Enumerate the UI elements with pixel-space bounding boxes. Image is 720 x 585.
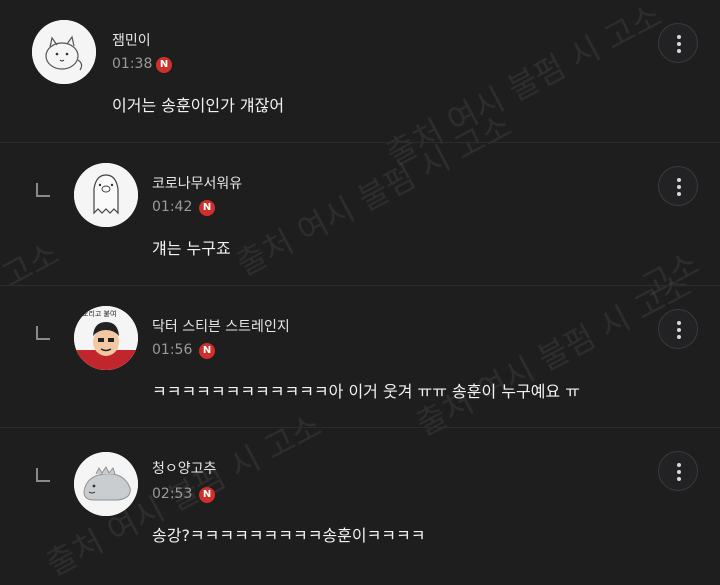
doctor-strange-cartoon-avatar[interactable]: 오리고 붙여 — [74, 306, 138, 370]
comment-item: 잼민이 01:38 N 이거는 송훈이인가 걔잖어 — [0, 0, 720, 142]
reply-arrow-icon — [36, 183, 50, 197]
avatar-caption: 오리고 붙여 — [82, 310, 117, 318]
reply-item: 오리고 붙여 닥터 스티븐 스트레인지 01:56 N ㅋㅋㅋㅋㅋㅋㅋㅋㅋㅋㅋㅋ… — [0, 286, 720, 427]
comment-time: 01:42 — [152, 199, 193, 215]
comment-nickname[interactable]: 청ㅇ양고추 — [152, 458, 216, 478]
new-badge-icon: N — [199, 343, 215, 359]
reply-item: 코로나무서워유 01:42 N 걔는 누구죠 — [0, 143, 720, 285]
comment-text: 이거는 송훈이인가 걔잖어 — [112, 96, 285, 115]
new-badge-icon: N — [199, 200, 215, 216]
comment-nickname[interactable]: 코로나무서워유 — [152, 173, 242, 193]
cat-doodle-avatar[interactable] — [32, 20, 96, 84]
comment-time: 01:56 — [152, 342, 193, 358]
comment-text: 송강?ㅋㅋㅋㅋㅋㅋㅋㅋㅋ송훈이ㅋㅋㅋㅋ — [152, 526, 426, 545]
more-options-button[interactable] — [658, 23, 698, 63]
reply-arrow-icon — [36, 326, 50, 340]
reply-item: 청ㅇ양고추 02:53 N 송강?ㅋㅋㅋㅋㅋㅋㅋㅋㅋ송훈이ㅋㅋㅋㅋ — [0, 428, 720, 572]
more-options-button[interactable] — [658, 309, 698, 349]
more-options-button[interactable] — [658, 166, 698, 206]
more-options-button[interactable] — [658, 451, 698, 491]
comment-time: 01:38 — [112, 56, 153, 72]
new-badge-icon: N — [156, 57, 172, 73]
reply-arrow-icon — [36, 468, 50, 482]
comment-text: 걔는 누구죠 — [152, 239, 231, 258]
comment-time: 02:53 — [152, 486, 193, 502]
comment-nickname[interactable]: 닥터 스티븐 스트레인지 — [152, 316, 290, 336]
new-badge-icon: N — [199, 487, 215, 503]
comment-nickname[interactable]: 잼민이 — [112, 30, 151, 50]
grey-dinosaur-avatar[interactable] — [74, 452, 138, 516]
comment-text: ㅋㅋㅋㅋㅋㅋㅋㅋㅋㅋㅋㅋ아 이거 웃겨 ㅠㅠ 송훈이 누구예요 ㅠ — [152, 382, 580, 401]
ghost-pig-avatar[interactable] — [74, 163, 138, 227]
